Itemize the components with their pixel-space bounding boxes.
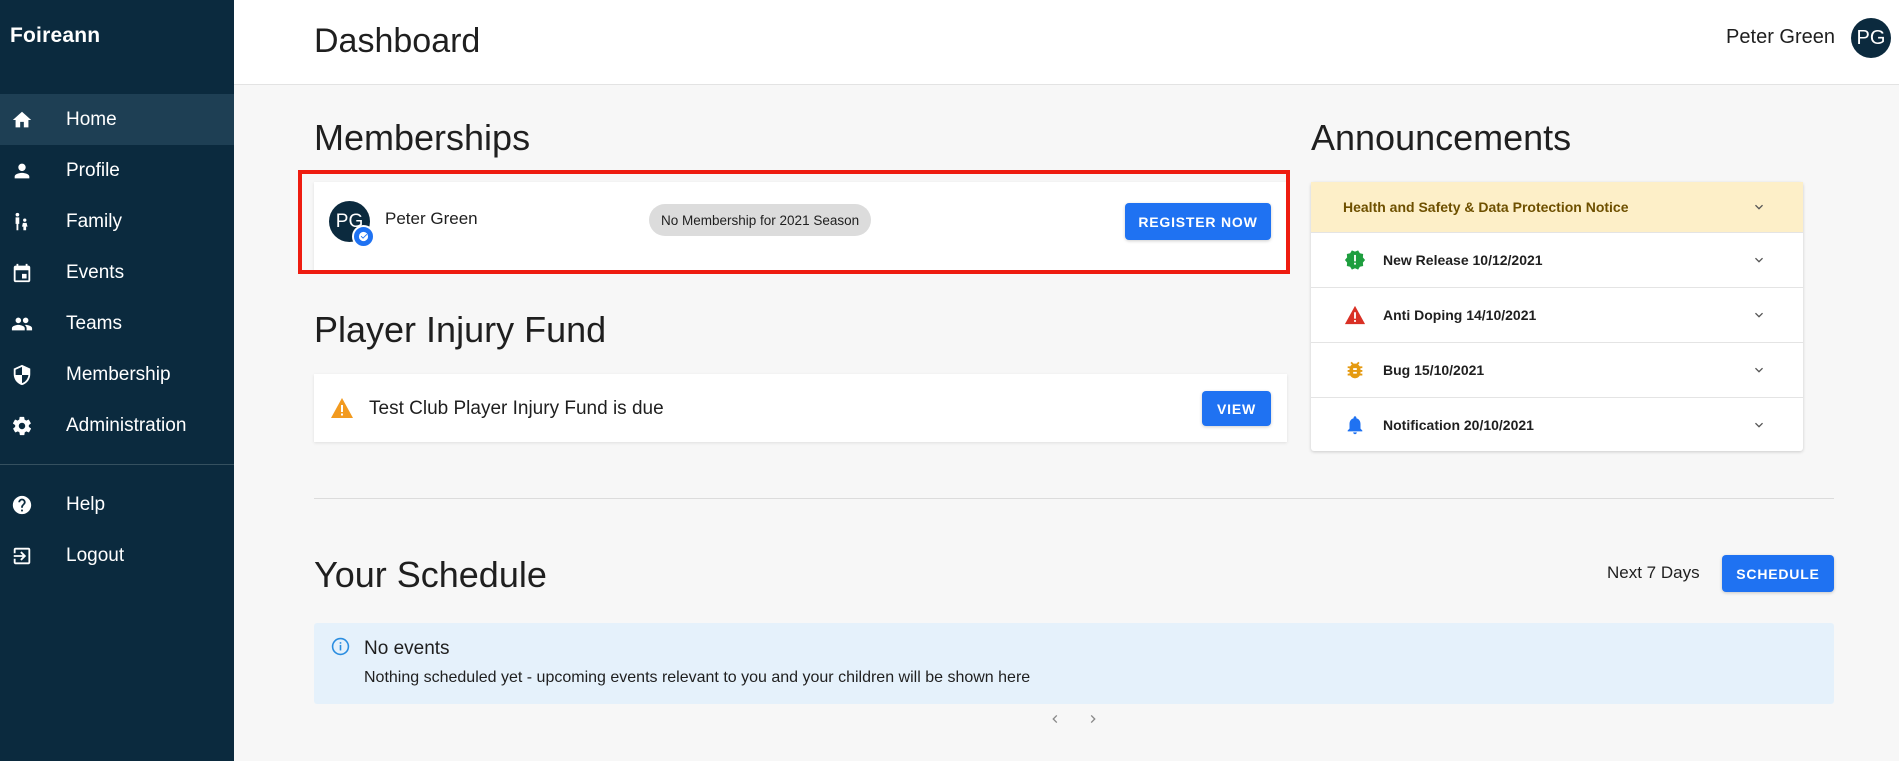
announcement-label: Notification 20/10/2021 — [1383, 416, 1534, 433]
warning-icon — [331, 398, 353, 418]
brand-logo[interactable]: Foireann — [10, 24, 100, 48]
chevron-down-icon — [1755, 257, 1763, 263]
injury-fund-message: Test Club Player Injury Fund is due — [369, 398, 664, 419]
section-divider — [314, 498, 1834, 499]
sidebar-item-events[interactable]: Events — [0, 247, 234, 298]
announcement-label: Anti Doping 14/10/2021 — [1383, 306, 1537, 323]
chevron-right-icon[interactable] — [1085, 711, 1101, 727]
sidebar-item-label: Help — [66, 493, 106, 515]
sidebar: Foireann Home Profile Family Events Team… — [0, 0, 234, 761]
warning-icon — [1344, 305, 1366, 324]
memberships-heading: Memberships — [314, 117, 531, 158]
no-events-message: Nothing scheduled yet - upcoming events … — [364, 669, 1031, 686]
announcements-heading: Announcements — [1311, 117, 1572, 158]
view-button[interactable]: VIEW — [1202, 391, 1271, 426]
gear-icon — [0, 415, 66, 437]
verified-badge-icon — [352, 225, 375, 248]
announcements-panel: Health and Safety & Data Protection Noti… — [1311, 182, 1803, 451]
chevron-down-icon — [1755, 422, 1763, 428]
announcement-item[interactable]: Anti Doping 14/10/2021 — [1311, 287, 1803, 343]
sidebar-item-family[interactable]: Family — [0, 196, 234, 247]
page-title: Dashboard — [314, 22, 481, 60]
sidebar-item-label: Administration — [66, 414, 187, 436]
schedule-heading: Your Schedule — [314, 554, 547, 595]
sidebar-item-label: Logout — [66, 544, 125, 566]
person-icon — [0, 160, 66, 182]
sidebar-item-label: Teams — [66, 312, 122, 334]
sidebar-item-help[interactable]: Help — [0, 479, 234, 530]
group-icon — [0, 313, 66, 335]
sidebar-item-label: Membership — [66, 363, 171, 385]
top-header: Dashboard Peter Green PG — [234, 0, 1899, 85]
user-name[interactable]: Peter Green — [1726, 26, 1835, 49]
announcement-label: Bug 15/10/2021 — [1383, 361, 1485, 378]
announcement-item[interactable]: Notification 20/10/2021 — [1311, 397, 1803, 452]
announcement-item[interactable]: Bug 15/10/2021 — [1311, 342, 1803, 398]
bell-icon — [1347, 415, 1363, 434]
sidebar-item-home[interactable]: Home — [0, 94, 234, 145]
sidebar-item-label: Family — [66, 210, 122, 232]
bug-icon — [1347, 361, 1363, 378]
shield-icon — [0, 364, 66, 386]
help-icon — [0, 494, 66, 516]
no-events-title: No events — [364, 638, 450, 659]
no-events-alert: No events Nothing scheduled yet - upcomi… — [314, 623, 1834, 704]
chevron-down-icon — [1755, 312, 1763, 318]
sidebar-item-teams[interactable]: Teams — [0, 298, 234, 349]
sidebar-item-label: Events — [66, 261, 125, 283]
logout-icon — [0, 545, 66, 567]
sidebar-divider — [0, 464, 234, 465]
announcement-item[interactable]: New Release 10/12/2021 — [1311, 232, 1803, 288]
chevron-down-icon — [1755, 367, 1763, 373]
calendar-icon — [0, 262, 66, 284]
avatar[interactable]: PG — [1851, 18, 1891, 58]
sidebar-item-label: Profile — [66, 159, 120, 181]
info-icon — [331, 637, 350, 656]
schedule-range-label: Next 7 Days — [1607, 563, 1700, 582]
chevron-left-icon[interactable] — [1047, 711, 1063, 727]
sidebar-nav: Home Profile Family Events Teams Members… — [0, 94, 234, 581]
new-release-icon — [1344, 249, 1366, 270]
announcement-item[interactable]: Health and Safety & Data Protection Noti… — [1311, 182, 1803, 233]
member-name: Peter Green — [385, 209, 478, 228]
sidebar-item-logout[interactable]: Logout — [0, 530, 234, 581]
schedule-button[interactable]: SCHEDULE — [1722, 555, 1834, 592]
sidebar-item-membership[interactable]: Membership — [0, 349, 234, 400]
sidebar-item-profile[interactable]: Profile — [0, 145, 234, 196]
chevron-down-icon — [1755, 204, 1763, 210]
injury-fund-heading: Player Injury Fund — [314, 309, 607, 350]
register-now-button[interactable]: REGISTER NOW — [1125, 203, 1271, 240]
sidebar-item-administration[interactable]: Administration — [0, 400, 234, 451]
sidebar-item-label: Home — [66, 108, 117, 130]
membership-status-chip: No Membership for 2021 Season — [649, 204, 872, 236]
announcement-label: New Release 10/12/2021 — [1383, 251, 1543, 268]
home-icon — [0, 109, 66, 131]
family-icon — [0, 211, 66, 233]
announcement-label: Health and Safety & Data Protection Noti… — [1343, 199, 1629, 215]
